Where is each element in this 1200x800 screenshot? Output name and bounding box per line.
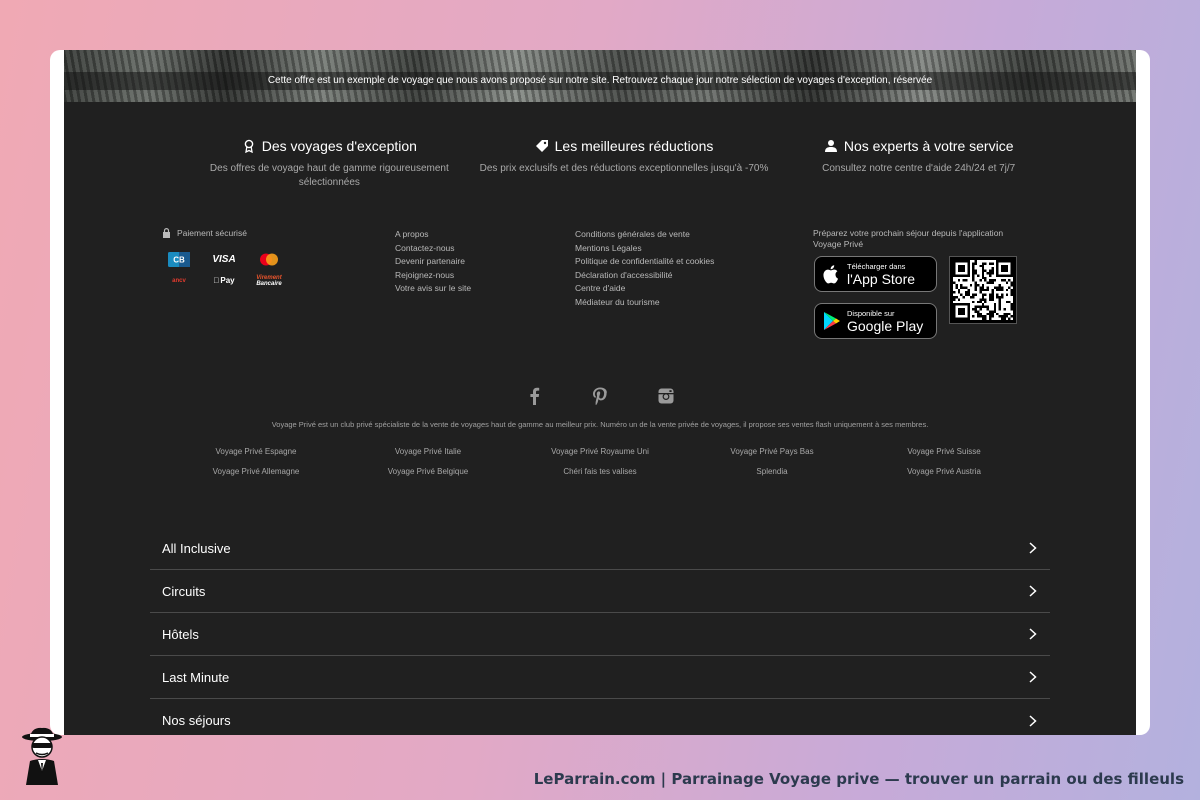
social-links bbox=[64, 386, 1136, 406]
category-accordion: All Inclusive Circuits Hôtels Last Minut… bbox=[150, 527, 1050, 735]
country-link-cheri[interactable]: Chéri fais tes valises bbox=[514, 467, 686, 476]
about-text: Voyage Privé est un club privé spécialis… bbox=[271, 420, 929, 429]
google-play-button[interactable]: Disponible sur Google Play bbox=[814, 303, 937, 339]
apple-icon:  bbox=[213, 276, 219, 285]
svg-text:CB: CB bbox=[173, 256, 185, 265]
mascot-logo bbox=[22, 727, 62, 785]
accordion-hotels[interactable]: Hôtels bbox=[150, 613, 1050, 656]
link-a-propos[interactable]: A propos bbox=[395, 228, 471, 242]
feature-reductions: Les meilleures réductions Des prix exclu… bbox=[477, 138, 772, 190]
accordion-label: Nos séjours bbox=[162, 713, 231, 728]
site-footer: Cette offre est un exemple de voyage que… bbox=[64, 50, 1136, 735]
apple-pay-logo: Pay bbox=[207, 273, 241, 288]
app-text: Préparez votre prochain séjour depuis l'… bbox=[813, 228, 1004, 249]
accordion-label: All Inclusive bbox=[162, 540, 231, 556]
secure-payment-label: Paiement sécurisé bbox=[177, 228, 247, 238]
virement-logo: Virement Bancaire bbox=[256, 274, 282, 287]
country-links: Voyage Privé Espagne Voyage Privé Italie… bbox=[170, 447, 1030, 476]
link-accessibility[interactable]: Déclaration d'accessibilité bbox=[575, 269, 714, 283]
tag-icon bbox=[535, 140, 548, 152]
company-links: A propos Contactez-nous Devenir partenai… bbox=[395, 228, 471, 296]
accordion-last-minute[interactable]: Last Minute bbox=[150, 656, 1050, 699]
feature-desc: Consultez notre centre d'aide 24h/24 et … bbox=[822, 163, 1016, 174]
award-icon bbox=[244, 139, 254, 153]
feature-experts: Nos experts à votre service Consultez no… bbox=[771, 138, 1066, 190]
feature-desc: Des prix exclusifs et des réductions exc… bbox=[479, 163, 769, 174]
chevron-right-icon bbox=[1029, 714, 1037, 727]
chevron-right-icon bbox=[1029, 671, 1037, 683]
link-feedback[interactable]: Votre avis sur le site bbox=[395, 282, 471, 296]
chevron-right-icon bbox=[1029, 628, 1037, 640]
accordion-label: Circuits bbox=[162, 583, 206, 599]
link-jobs[interactable]: Rejoignez-nous bbox=[395, 269, 471, 283]
chevron-right-icon bbox=[1029, 585, 1037, 597]
lock-icon bbox=[163, 228, 170, 238]
ancv-logo: ancv bbox=[172, 277, 186, 284]
qr-code bbox=[949, 256, 1017, 324]
payment-logos: CB VISA ancv Pay Virement Bancaire bbox=[162, 252, 286, 288]
mastercard-logo bbox=[252, 252, 286, 267]
accordion-nos-sejours[interactable]: Nos séjours bbox=[150, 699, 1050, 735]
country-link-splendia[interactable]: Splendia bbox=[686, 467, 858, 476]
country-link-allemagne[interactable]: Voyage Privé Allemagne bbox=[170, 467, 342, 476]
watermark-text: LeParrain.com | Parrainage Voyage prive … bbox=[533, 770, 1184, 788]
accordion-label: Last Minute bbox=[162, 669, 230, 685]
app-store-button[interactable]: Télécharger dans l'App Store bbox=[814, 256, 937, 292]
pinterest-icon[interactable] bbox=[590, 386, 610, 406]
features-row: Des voyages d'exception Des offres de vo… bbox=[64, 102, 1136, 190]
accordion-all-inclusive[interactable]: All Inclusive bbox=[150, 527, 1050, 570]
link-partner[interactable]: Devenir partenaire bbox=[395, 255, 471, 269]
country-link-pays-bas[interactable]: Voyage Privé Pays Bas bbox=[686, 447, 858, 456]
visa-logo: VISA bbox=[212, 254, 236, 265]
feature-desc: Des offres de voyage haut de gamme rigou… bbox=[209, 163, 449, 188]
payment-column: Paiement sécurisé CB VISA ancv Pay bbox=[162, 228, 286, 288]
google-play-icon bbox=[824, 312, 840, 330]
browser-card: Cette offre est un exemple de voyage que… bbox=[50, 50, 1150, 735]
feature-title: Nos experts à votre service bbox=[843, 138, 1014, 154]
footer-columns: Paiement sécurisé CB VISA ancv Pay bbox=[64, 190, 1136, 360]
feature-title: Des voyages d'exception bbox=[261, 138, 417, 154]
link-privacy[interactable]: Politique de confidentialité et cookies bbox=[575, 255, 714, 269]
legal-links: Conditions générales de vente Mentions L… bbox=[575, 228, 714, 309]
hero-banner: Cette offre est un exemple de voyage que… bbox=[64, 50, 1136, 102]
apple-icon bbox=[823, 265, 838, 284]
country-link-italie[interactable]: Voyage Privé Italie bbox=[342, 447, 514, 456]
accordion-circuits[interactable]: Circuits bbox=[150, 570, 1050, 613]
link-mediator[interactable]: Médiateur du tourisme bbox=[575, 296, 714, 310]
link-mentions[interactable]: Mentions Légales bbox=[575, 242, 714, 256]
country-link-royaume-uni[interactable]: Voyage Privé Royaume Uni bbox=[514, 447, 686, 456]
instagram-icon[interactable] bbox=[656, 386, 676, 406]
chevron-right-icon bbox=[1029, 542, 1037, 554]
feature-title: Les meilleures réductions bbox=[554, 138, 714, 154]
link-contact[interactable]: Contactez-nous bbox=[395, 242, 471, 256]
accordion-label: Hôtels bbox=[162, 626, 199, 642]
link-cgv[interactable]: Conditions générales de vente bbox=[575, 228, 714, 242]
country-link-belgique[interactable]: Voyage Privé Belgique bbox=[342, 467, 514, 476]
user-icon bbox=[824, 140, 837, 152]
cb-logo: CB bbox=[162, 252, 196, 267]
hero-caption: Cette offre est un exemple de voyage que… bbox=[64, 72, 1136, 90]
link-help[interactable]: Centre d'aide bbox=[575, 282, 714, 296]
facebook-icon[interactable] bbox=[524, 386, 544, 406]
feature-exception: Des voyages d'exception Des offres de vo… bbox=[182, 138, 477, 190]
country-link-austria[interactable]: Voyage Privé Austria bbox=[858, 467, 1030, 476]
country-link-suisse[interactable]: Voyage Privé Suisse bbox=[858, 447, 1030, 456]
country-link-espagne[interactable]: Voyage Privé Espagne bbox=[170, 447, 342, 456]
